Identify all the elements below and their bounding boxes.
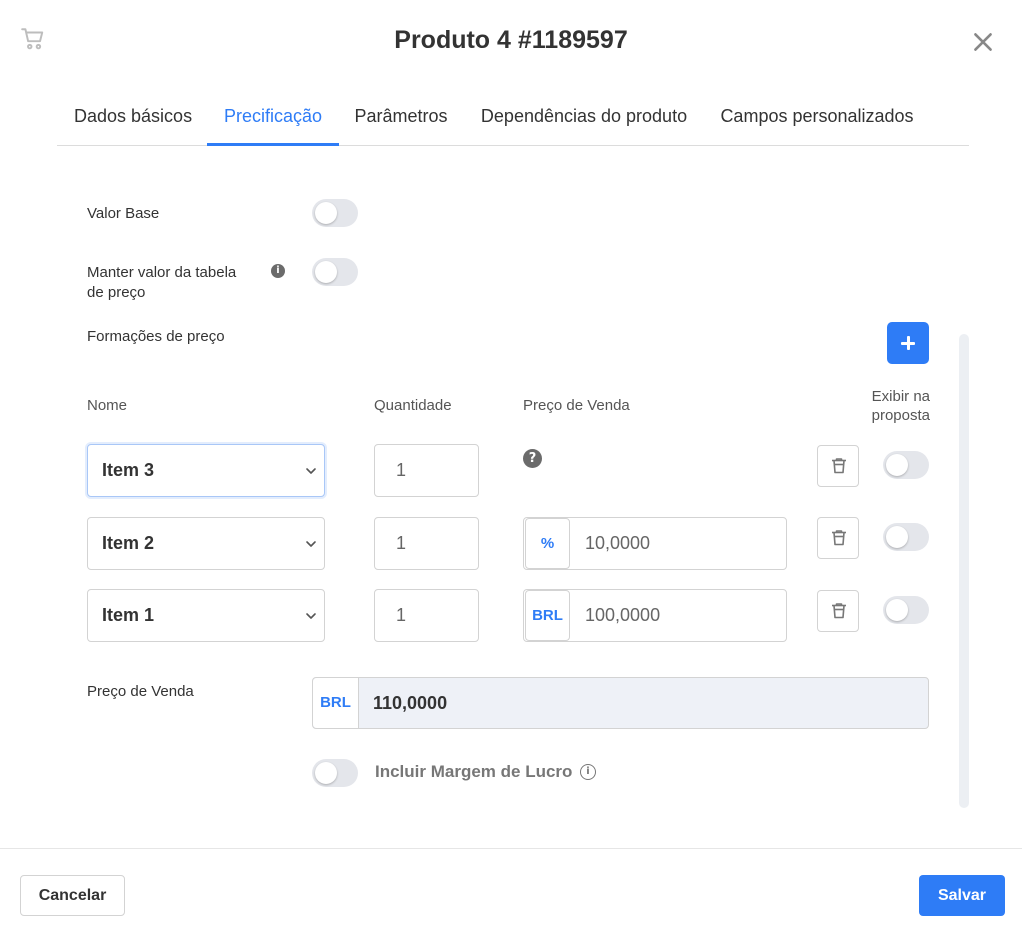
price-input[interactable]: 10,0000 [585, 518, 650, 569]
col-preco-venda: Preço de Venda [523, 397, 630, 414]
trash-icon [832, 603, 846, 619]
total-unit: BRL [313, 678, 359, 728]
chevron-down-icon [306, 613, 316, 619]
chevron-down-icon [306, 541, 316, 547]
price-unit-selector[interactable]: % [525, 518, 570, 569]
formacoes-label: Formações de preço [87, 328, 225, 345]
item-select-value: Item 1 [102, 605, 155, 625]
delete-row-button[interactable] [817, 445, 859, 487]
total-preco-field: BRL 110,0000 [312, 677, 929, 729]
trash-icon [832, 458, 846, 474]
col-nome: Nome [87, 397, 128, 414]
price-field: % 10,0000 [523, 517, 787, 570]
manter-valor-label: Manter valor da tabela de preço [87, 264, 237, 301]
close-icon[interactable] [970, 29, 996, 55]
margem-lucro-label: Incluir Margem de Lucro [375, 762, 573, 781]
trash-icon [832, 530, 846, 546]
valor-base-toggle[interactable] [312, 199, 358, 227]
help-icon[interactable]: ? [523, 449, 542, 468]
tab-dados-basicos[interactable]: Dados básicos [74, 96, 192, 146]
tab-precificacao[interactable]: Precificação [207, 96, 339, 146]
tab-parametros[interactable]: Parâmetros [354, 96, 448, 146]
item-select-value: Item 3 [102, 460, 155, 480]
chevron-down-icon [306, 468, 316, 474]
info-icon[interactable]: i [271, 264, 285, 278]
delete-row-button[interactable] [817, 590, 859, 632]
margem-lucro-toggle[interactable] [312, 759, 358, 787]
item-select[interactable]: Item 1 [87, 589, 325, 642]
save-button[interactable]: Salvar [919, 875, 1005, 916]
scrollbar[interactable] [959, 334, 969, 808]
total-value: 110,0000 [373, 693, 448, 713]
tab-bar: Dados básicos Precificação Parâmetros De… [57, 96, 969, 146]
price-input[interactable]: 100,0000 [585, 590, 660, 641]
footer-divider [0, 848, 1022, 849]
price-field: BRL 100,0000 [523, 589, 787, 642]
quantity-input[interactable]: 1 [374, 589, 479, 642]
item-select-value: Item 2 [102, 533, 155, 553]
valor-base-label: Valor Base [87, 205, 160, 222]
col-exibir-proposta: Exibir na proposta [871, 388, 930, 424]
tab-campos-personalizados[interactable]: Campos personalizados [720, 96, 914, 146]
page-title: Produto 4 #1189597 [394, 26, 628, 54]
tab-dependencias[interactable]: Dependências do produto [479, 96, 689, 146]
delete-row-button[interactable] [817, 517, 859, 559]
quantity-input[interactable]: 1 [374, 444, 479, 497]
price-unit-selector[interactable]: BRL [525, 590, 570, 641]
exibir-toggle[interactable] [883, 523, 929, 551]
add-formacao-button[interactable] [887, 322, 929, 364]
col-quantidade: Quantidade [374, 397, 452, 414]
quantity-input[interactable]: 1 [374, 517, 479, 570]
info-outline-icon[interactable]: i [580, 764, 596, 780]
cancel-button[interactable]: Cancelar [20, 875, 125, 916]
manter-valor-toggle[interactable] [312, 258, 358, 286]
item-select[interactable]: Item 2 [87, 517, 325, 570]
item-select[interactable]: Item 3 [87, 444, 325, 497]
total-preco-label: Preço de Venda [87, 683, 194, 700]
exibir-toggle[interactable] [883, 596, 929, 624]
exibir-toggle[interactable] [883, 451, 929, 479]
